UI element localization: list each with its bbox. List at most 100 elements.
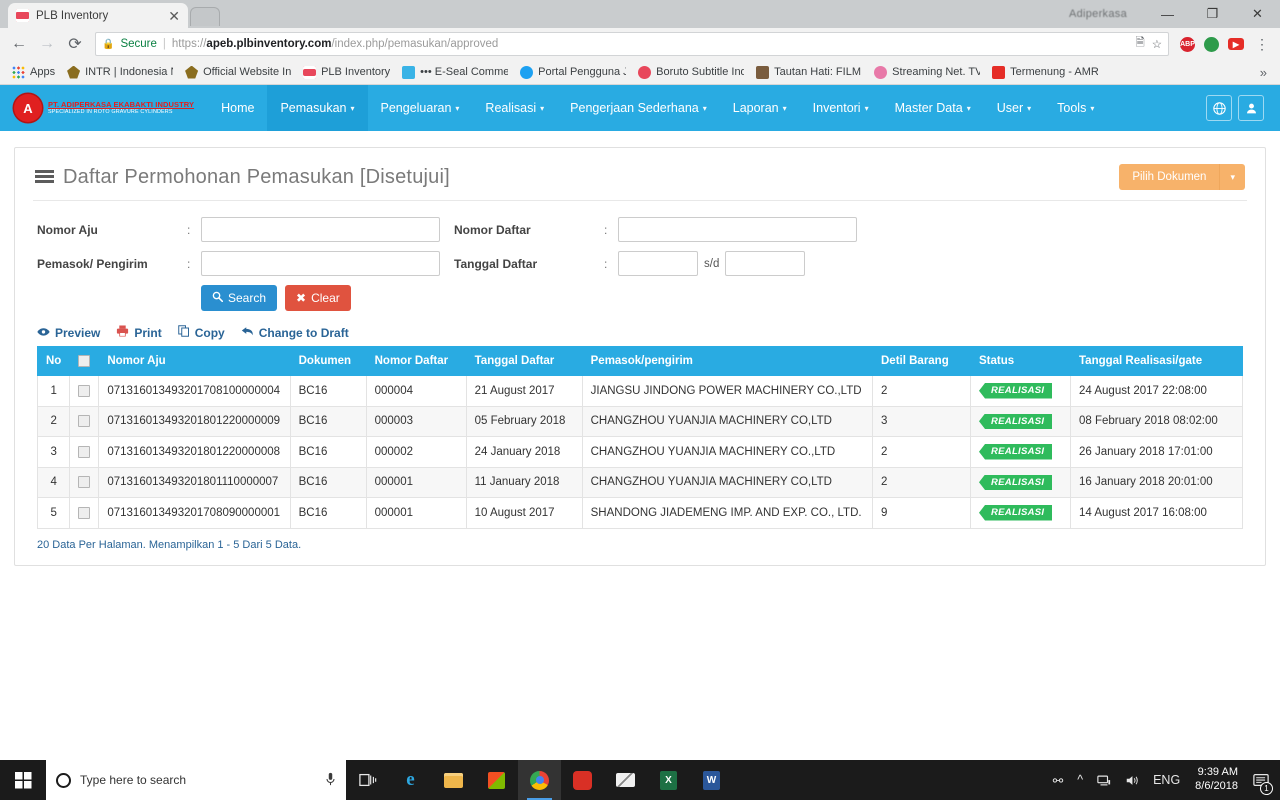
- globe-icon[interactable]: [1206, 95, 1232, 121]
- row-checkbox[interactable]: [78, 445, 91, 458]
- th-dokumen[interactable]: Dokumen: [289, 345, 367, 377]
- youtube-downloader-icon[interactable]: ▶: [1228, 38, 1244, 50]
- cell-detil-barang: 2: [872, 436, 971, 468]
- chrome-icon[interactable]: [518, 760, 561, 800]
- pemasok-pengirim-input[interactable]: [201, 251, 440, 276]
- th-tanggal-daftar[interactable]: Tanggal Daftar: [465, 345, 583, 377]
- table-row[interactable]: 5 071316013493201708090000001 BC16 00000…: [36, 497, 1243, 529]
- search-button[interactable]: Search: [201, 285, 278, 311]
- row-checkbox[interactable]: [78, 384, 91, 397]
- show-hidden-icons-icon[interactable]: ^: [1070, 773, 1090, 787]
- change-to-draft-action[interactable]: Change to Draft: [241, 326, 349, 340]
- start-button[interactable]: [0, 760, 46, 800]
- table-row[interactable]: 1 071316013493201708100000004 BC16 00000…: [36, 375, 1243, 407]
- nav-item-laporan[interactable]: Laporan ▾: [720, 85, 800, 131]
- bookmark-official-website[interactable]: Official Website Indo: [179, 64, 297, 81]
- word-icon[interactable]: W: [690, 760, 733, 800]
- nomor-daftar-input[interactable]: [618, 217, 857, 242]
- minimize-window-button[interactable]: —: [1145, 0, 1190, 28]
- preview-action[interactable]: Preview: [37, 326, 100, 340]
- close-tab-icon[interactable]: ✕: [168, 9, 180, 23]
- bookmark-star-icon[interactable]: ☆: [1152, 37, 1162, 51]
- nav-label: Tools: [1057, 101, 1087, 115]
- bookmarks-overflow-icon[interactable]: »: [1253, 65, 1274, 80]
- cell-pemasok: CHANGZHOU YUANJIA MACHINERY CO,LTD: [581, 466, 874, 499]
- row-checkbox[interactable]: [78, 415, 91, 428]
- row-checkbox[interactable]: [78, 506, 91, 519]
- reload-icon[interactable]: ⟳: [62, 31, 88, 57]
- copy-action[interactable]: Copy: [177, 325, 225, 340]
- green-globe-icon[interactable]: [1204, 36, 1219, 52]
- clear-button[interactable]: ✖ Clear: [285, 285, 351, 311]
- nav-item-home[interactable]: Home: [208, 85, 267, 131]
- app-brand[interactable]: A PT. ADIPERKASA EKABAKTI INDUSTRY SPECI…: [14, 85, 208, 131]
- pilih-dokumen-button[interactable]: Pilih Dokumen: [1119, 164, 1220, 190]
- browser-tab-plb-inventory[interactable]: PLB Inventory ✕: [8, 3, 188, 28]
- address-bar[interactable]: 🔒 Secure | https://apeb.plbinventory.com…: [95, 32, 1169, 56]
- notification-center-icon[interactable]: 1: [1246, 760, 1276, 800]
- maximize-window-button[interactable]: ❐: [1190, 0, 1235, 28]
- nomor-aju-input[interactable]: [201, 217, 440, 242]
- close-window-button[interactable]: ✕: [1235, 0, 1280, 28]
- nav-item-master-data[interactable]: Master Data ▾: [882, 85, 984, 131]
- nav-item-pemasukan[interactable]: Pemasukan ▾: [267, 85, 368, 131]
- save-page-icon[interactable]: 🗎: [1135, 35, 1144, 54]
- bookmark-streaming-net-tv[interactable]: Streaming Net. TV On: [868, 64, 986, 81]
- bookmark-tautan-hati[interactable]: Tautan Hati: FILM NA: [750, 64, 868, 81]
- bookmark-termenung[interactable]: Termenung - AMRIZ: [986, 64, 1104, 81]
- bookmark-eseal[interactable]: ••• E-Seal Commerci: [396, 64, 514, 81]
- tanggal-daftar-from-input[interactable]: [618, 251, 698, 276]
- pilih-dokumen-dropdown-icon[interactable]: ▾: [1219, 164, 1245, 190]
- bookmark-intr[interactable]: INTR | Indonesia Nati: [61, 64, 179, 81]
- network-icon[interactable]: [1090, 774, 1118, 787]
- th-nomor-daftar[interactable]: Nomor Daftar: [365, 345, 467, 377]
- cortana-icon: [56, 772, 71, 788]
- print-action[interactable]: Print: [116, 325, 162, 340]
- nav-item-pengerjaan-sederhana[interactable]: Pengerjaan Sederhana ▾: [557, 85, 720, 131]
- forward-icon[interactable]: →: [34, 31, 60, 57]
- tanggal-daftar-to-input[interactable]: [725, 251, 806, 276]
- volume-icon[interactable]: [1118, 774, 1146, 787]
- cell-status: REALISASI: [970, 497, 1071, 529]
- th-detil-barang[interactable]: Detil Barang: [872, 345, 971, 377]
- file-explorer-icon[interactable]: [432, 760, 475, 800]
- table-row[interactable]: 3 071316013493201801220000008 BC16 00000…: [36, 436, 1243, 468]
- th-nomor-aju[interactable]: Nomor Aju: [98, 345, 291, 377]
- mail-icon[interactable]: [604, 760, 647, 800]
- chrome-menu-icon[interactable]: ⋮: [1250, 36, 1274, 53]
- cell-nomor-daftar: 000001: [365, 466, 467, 499]
- back-icon[interactable]: ←: [6, 31, 32, 57]
- share-icon[interactable]: ⚯: [1046, 773, 1070, 788]
- user-account-icon[interactable]: [1238, 95, 1264, 121]
- microsoft-store-icon[interactable]: [475, 760, 518, 800]
- bookmark-portal-pengguna-jasa[interactable]: Portal Pengguna Jasa: [514, 64, 632, 81]
- taskbar-search-box[interactable]: Type here to search: [46, 760, 346, 800]
- nav-item-tools[interactable]: Tools ▾: [1044, 85, 1107, 131]
- red-app-icon[interactable]: [561, 760, 604, 800]
- new-tab-button[interactable]: [190, 7, 220, 26]
- taskbar-clock[interactable]: 9:39 AM 8/6/2018: [1187, 766, 1246, 794]
- bookmark-apps[interactable]: Apps: [6, 64, 61, 81]
- bookmark-boruto[interactable]: Boruto Subtitle Indon: [632, 64, 750, 81]
- permohonan-table: No Nomor Aju Dokumen Nomor Daftar Tangga…: [36, 345, 1243, 529]
- th-pemasok-pengirim[interactable]: Pemasok/pengirim: [581, 345, 874, 377]
- language-indicator[interactable]: ENG: [1146, 773, 1187, 787]
- edge-icon[interactable]: e: [389, 760, 432, 800]
- select-all-checkbox[interactable]: [78, 355, 91, 367]
- microphone-icon[interactable]: [325, 772, 336, 789]
- task-view-icon[interactable]: [346, 760, 389, 800]
- nav-item-user[interactable]: User ▾: [984, 85, 1044, 131]
- nav-item-pengeluaran[interactable]: Pengeluaran ▾: [368, 85, 473, 131]
- bookmark-plb-inventory[interactable]: PLB Inventory: [297, 64, 396, 81]
- th-no[interactable]: No: [36, 345, 71, 377]
- adblock-plus-icon[interactable]: ABP: [1180, 36, 1195, 52]
- nav-item-realisasi[interactable]: Realisasi ▾: [472, 85, 557, 131]
- table-row[interactable]: 4 071316013493201801110000007 BC16 00000…: [36, 466, 1243, 499]
- th-status[interactable]: Status: [970, 345, 1071, 377]
- row-checkbox[interactable]: [78, 476, 91, 489]
- th-tanggal-realisasi[interactable]: Tanggal Realisasi/gate: [1070, 345, 1243, 377]
- table-row[interactable]: 2 071316013493201801220000009 BC16 00000…: [36, 405, 1243, 438]
- nav-item-inventori[interactable]: Inventori ▾: [800, 85, 882, 131]
- excel-icon[interactable]: X: [647, 760, 690, 800]
- cell-tanggal-daftar: 05 February 2018: [465, 405, 583, 438]
